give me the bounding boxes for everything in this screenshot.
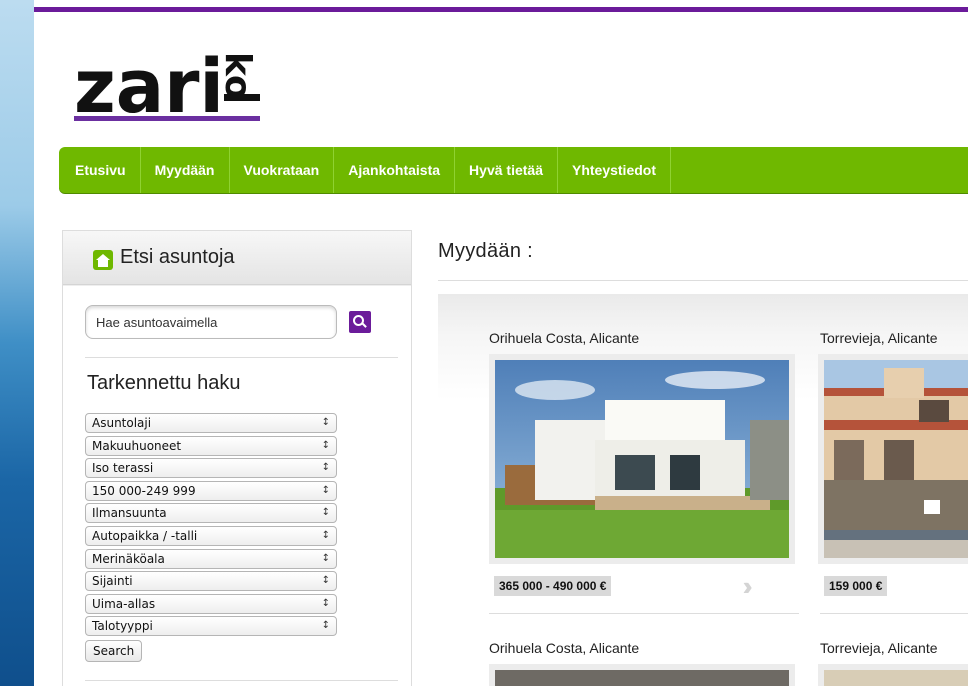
sidebar-body: Tarkennettu haku Asuntolaji Makuuhuoneet…: [63, 286, 411, 686]
search-sidebar: Etsi asuntoja Tarkennettu haku Asuntolaj…: [62, 230, 412, 686]
filter-select-ilmansuunta[interactable]: Ilmansuunta: [85, 503, 337, 524]
main-navigation: Etusivu Myydään Vuokrataan Ajankohtaista…: [59, 147, 968, 193]
listing-location[interactable]: Torrevieja, Alicante: [820, 330, 938, 346]
filter-select-talotyyppi[interactable]: Talotyyppi: [85, 616, 337, 637]
listing-divider: [820, 613, 968, 614]
filter-select-makuuhuoneet[interactable]: Makuuhuoneet: [85, 435, 337, 456]
page-title: Myydään :: [438, 240, 533, 262]
listing-photo[interactable]: [489, 664, 795, 686]
listing-location[interactable]: Orihuela Costa, Alicante: [489, 640, 639, 656]
search-submit-button[interactable]: Search: [85, 640, 143, 662]
listing-photo[interactable]: [818, 664, 968, 686]
listing-location[interactable]: Torrevieja, Alicante: [820, 640, 938, 656]
filter-list: Asuntolaji Makuuhuoneet Iso terassi 150 …: [85, 413, 337, 639]
sidebar-title: Etsi asuntoja: [120, 246, 235, 268]
nav-item-myydaan[interactable]: Myydään: [141, 147, 230, 193]
listing-photo-image: [824, 670, 968, 686]
listing-location[interactable]: Orihuela Costa, Alicante: [489, 330, 639, 346]
search-input[interactable]: [85, 305, 337, 339]
filter-select-autopaikka[interactable]: Autopaikka / -talli: [85, 525, 337, 546]
listing-divider: [489, 613, 799, 614]
search-icon[interactable]: [349, 311, 371, 333]
refine-search-title: Tarkennettu haku: [87, 372, 241, 394]
townhouse-photo-image: [824, 360, 968, 558]
filter-select-price[interactable]: 150 000-249 999: [85, 480, 337, 501]
listing-price: 365 000 - 490 000 €: [494, 576, 612, 596]
listing-photo[interactable]: [489, 354, 795, 564]
villa-photo-image: [495, 360, 789, 558]
filter-select-asuntolaji[interactable]: Asuntolaji: [85, 413, 337, 433]
title-divider: [438, 280, 968, 281]
sidebar-bottom-divider: [85, 680, 398, 681]
listing-photo-image: [495, 670, 789, 686]
listing-price: 159 000 €: [824, 576, 888, 596]
nav-item-ajankohtaista[interactable]: Ajankohtaista: [334, 147, 456, 193]
site-logo[interactable]: zari ko: [74, 38, 264, 130]
logo-side-text: ko: [217, 52, 258, 100]
sidebar-header: Etsi asuntoja: [63, 231, 411, 285]
filter-select-sijainti[interactable]: Sijainti: [85, 571, 337, 592]
nav-item-vuokrataan[interactable]: Vuokrataan: [230, 147, 335, 193]
sidebar-divider: [85, 357, 398, 358]
filter-select-iso-terassi[interactable]: Iso terassi: [85, 458, 337, 479]
nav-item-yhteystiedot[interactable]: Yhteystiedot: [558, 147, 671, 193]
logo-graphic: zari ko: [74, 44, 260, 130]
nav-item-hyva-tietaa[interactable]: Hyvä tietää: [455, 147, 558, 193]
home-icon: [93, 250, 113, 270]
filter-select-merinakoala[interactable]: Merinäköala: [85, 548, 337, 569]
logo-wordmark: zari: [74, 44, 224, 124]
top-accent-line: [34, 7, 968, 12]
listing-photo[interactable]: [818, 354, 968, 564]
filter-select-uima-allas[interactable]: Uima-allas: [85, 593, 337, 614]
background-sea-image: [0, 0, 34, 686]
nav-item-etusivu[interactable]: Etusivu: [59, 147, 141, 193]
listing-price-row: 159 000 €: [824, 576, 964, 596]
listing-price-row: 365 000 - 490 000 € ››: [494, 573, 794, 599]
